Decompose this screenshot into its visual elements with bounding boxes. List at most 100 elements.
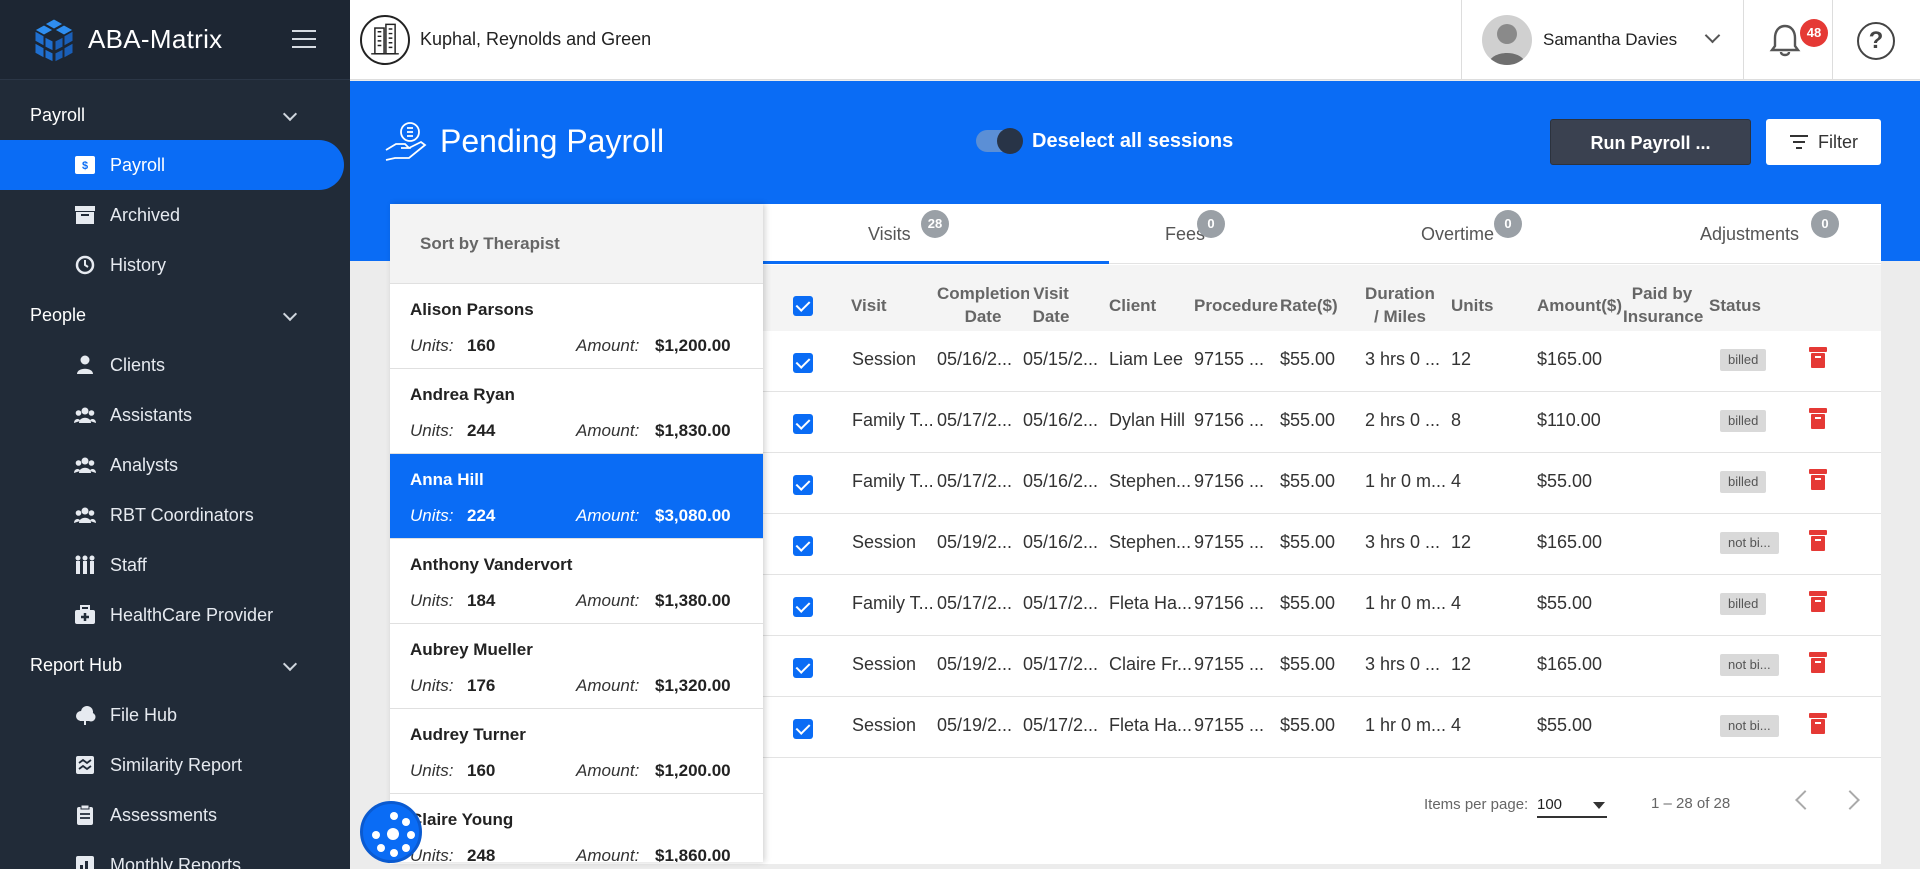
sidebar-section-people[interactable]: People (0, 290, 350, 340)
sidebar-section-payroll[interactable]: Payroll (0, 90, 350, 140)
sidebar-item-healthcare-provider[interactable]: HealthCare Provider (0, 590, 350, 640)
cell-procedure: 97155 ... (1194, 349, 1265, 369)
row-checkbox[interactable] (793, 658, 813, 678)
col-text: Insurance (1623, 307, 1704, 326)
sidebar-item-monthly-reports[interactable]: Monthly Reports (0, 840, 350, 869)
sidebar-item-similarity-report[interactable]: Similarity Report (0, 740, 350, 790)
sidebar-item-label: Archived (110, 204, 181, 225)
delete-icon[interactable] (1808, 345, 1828, 369)
sidebar-item-analysts[interactable]: Analysts (0, 440, 350, 490)
user-menu[interactable]: Samantha Davies (1461, 0, 1744, 80)
col-status[interactable]: Status (1709, 294, 1761, 317)
delete-icon[interactable] (1808, 467, 1828, 491)
col-paid-by-insurance[interactable]: Paid by Insurance (1623, 282, 1704, 328)
col-client[interactable]: Client (1109, 294, 1156, 317)
tab-adjustments[interactable]: Adjustments 0 (1625, 204, 1881, 264)
cell-duration: 1 hr 0 m... (1365, 593, 1447, 613)
col-amount[interactable]: Amount($) (1537, 294, 1622, 317)
cell-client: Fleta Ha... (1109, 593, 1193, 613)
sidebar-item-assessments[interactable]: Assessments (0, 790, 350, 840)
table-row[interactable]: Session 05/19/2... 05/17/2... Claire Fr.… (763, 636, 1881, 697)
cell-units: 12 (1451, 532, 1472, 552)
cell-visit: Session (852, 349, 917, 369)
sidebar-item-rbt-coordinators[interactable]: RBT Coordinators (0, 490, 350, 540)
chart-icon (76, 856, 94, 869)
col-duration[interactable]: Duration / Miles (1365, 282, 1435, 328)
col-visit-date[interactable]: Visit Date (1030, 282, 1072, 328)
therapist-item-selected[interactable]: Anna Hill Units: 224 Amount: $3,080.00 (390, 454, 763, 539)
row-checkbox[interactable] (793, 536, 813, 556)
cell-rate: $55.00 (1280, 410, 1336, 430)
cell-amount: $110.00 (1537, 410, 1601, 430)
col-rate[interactable]: Rate($) (1280, 294, 1338, 317)
tab-overtime[interactable]: Overtime 0 (1365, 204, 1625, 264)
cell-completion-date: 05/17/2... (937, 410, 1013, 430)
sidebar-item-payroll[interactable]: $ Payroll (0, 140, 344, 190)
sidebar-section-report-hub[interactable]: Report Hub (0, 640, 350, 690)
table-row[interactable]: Family T... 05/17/2... 05/16/2... Stephe… (763, 453, 1881, 514)
cell-units: 4 (1451, 593, 1462, 613)
hamburger-menu-icon[interactable] (292, 30, 316, 50)
help-icon[interactable]: ? (1857, 22, 1895, 60)
filter-button[interactable]: Filter (1766, 119, 1881, 165)
app-name: ABA-Matrix (88, 24, 223, 54)
delete-icon[interactable] (1808, 528, 1828, 552)
cell-visit-date: 05/17/2... (1023, 715, 1099, 735)
delete-icon[interactable] (1808, 711, 1828, 735)
floating-action-button[interactable] (360, 801, 422, 863)
tab-visits[interactable]: Visits 28 (763, 204, 1109, 264)
amount-label: Amount: (576, 846, 640, 862)
sidebar-item-clients[interactable]: Clients (0, 340, 350, 390)
sidebar-item-staff[interactable]: Staff (0, 540, 350, 590)
therapist-name: Andrea Ryan (410, 385, 515, 404)
row-checkbox[interactable] (793, 719, 813, 739)
chevron-down-icon (1704, 27, 1721, 44)
cell-units: 4 (1451, 471, 1462, 491)
bell-icon[interactable] (1767, 22, 1803, 58)
therapist-item[interactable]: Aubrey Mueller Units: 176 Amount: $1,320… (390, 624, 763, 709)
sidebar-item-label: Clients (110, 354, 166, 375)
therapist-name: Anna Hill (410, 470, 484, 489)
sidebar-item-assistants[interactable]: Assistants (0, 390, 350, 440)
therapist-panel: Sort by Therapist Alison Parsons Units: … (390, 204, 763, 862)
therapist-item[interactable]: Andrea Ryan Units: 244 Amount: $1,830.00 (390, 369, 763, 454)
clipboard-icon (77, 805, 93, 825)
cell-visit-date: 05/15/2... (1023, 349, 1099, 369)
table-row[interactable]: Family T... 05/17/2... 05/17/2... Fleta … (763, 575, 1881, 636)
therapist-item[interactable]: Audrey Turner Units: 160 Amount: $1,200.… (390, 709, 763, 794)
table-row[interactable]: Session 05/16/2... 05/15/2... Liam Lee 9… (763, 331, 1881, 392)
chevron-left-icon[interactable] (1795, 790, 1815, 810)
col-procedure[interactable]: Procedure (1194, 294, 1278, 317)
run-payroll-button[interactable]: Run Payroll ... (1550, 119, 1751, 165)
units-label: Units: (410, 421, 454, 440)
row-checkbox[interactable] (793, 597, 813, 617)
deselect-toggle[interactable] (976, 128, 1023, 154)
col-units[interactable]: Units (1451, 294, 1494, 317)
chevron-right-icon[interactable] (1840, 790, 1860, 810)
therapist-item[interactable]: Anthony Vandervort Units: 184 Amount: $1… (390, 539, 763, 624)
therapist-item[interactable]: Alison Parsons Units: 160 Amount: $1,200… (390, 284, 763, 369)
tab-fees[interactable]: Fees 0 (1109, 204, 1365, 264)
table-row[interactable]: Session 05/19/2... 05/17/2... Fleta Ha..… (763, 697, 1881, 758)
row-checkbox[interactable] (793, 353, 813, 373)
table-row[interactable]: Family T... 05/17/2... 05/16/2... Dylan … (763, 392, 1881, 453)
sidebar-item-file-hub[interactable]: File Hub (0, 690, 350, 740)
cell-client: Liam Lee (1109, 349, 1184, 369)
col-visit[interactable]: Visit (851, 294, 887, 317)
cell-visit-date: 05/16/2... (1023, 410, 1099, 430)
col-completion-date[interactable]: Completion Date (937, 282, 1029, 328)
col-text: Duration (1365, 284, 1435, 303)
sidebar-item-history[interactable]: History (0, 240, 350, 290)
select-all-checkbox[interactable] (793, 296, 813, 316)
therapist-item[interactable]: Claire Young Units: 248 Amount: $1,860.0… (390, 794, 763, 862)
row-checkbox[interactable] (793, 414, 813, 434)
sidebar-item-archived[interactable]: Archived (0, 190, 350, 240)
table-row[interactable]: Session 05/19/2... 05/16/2... Stephen...… (763, 514, 1881, 575)
therapist-name: Aubrey Mueller (410, 640, 533, 659)
items-per-page-select[interactable]: 100 (1537, 788, 1607, 818)
delete-icon[interactable] (1808, 589, 1828, 613)
delete-icon[interactable] (1808, 406, 1828, 430)
delete-icon[interactable] (1808, 650, 1828, 674)
row-checkbox[interactable] (793, 475, 813, 495)
cell-units: 12 (1451, 654, 1472, 674)
